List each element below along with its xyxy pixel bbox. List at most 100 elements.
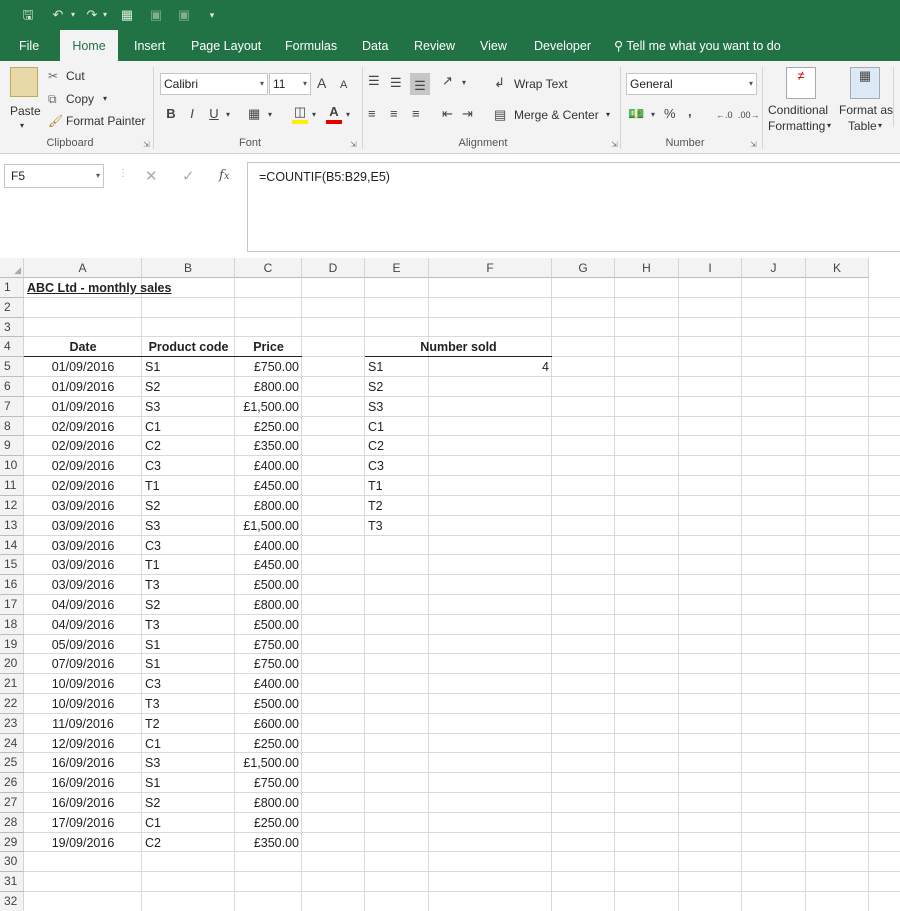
- currency-icon[interactable]: 💵: [628, 106, 644, 122]
- grow-font-button[interactable]: A: [317, 75, 326, 91]
- product-code-cell[interactable]: C3: [145, 456, 232, 476]
- price-cell[interactable]: £400.00: [238, 536, 299, 556]
- product-code-cell[interactable]: T2: [145, 714, 232, 734]
- italic-button[interactable]: I: [185, 106, 199, 122]
- tell-me-box[interactable]: ⚲ Tell me what you want to do: [614, 30, 781, 61]
- paste-dropdown-icon[interactable]: ▾: [20, 118, 24, 134]
- currency-dropdown-icon[interactable]: ▾: [651, 107, 655, 123]
- date-cell[interactable]: 19/09/2016: [27, 833, 139, 853]
- date-cell[interactable]: 04/09/2016: [27, 595, 139, 615]
- tab-view[interactable]: View: [480, 30, 507, 61]
- product-code-cell[interactable]: C1: [145, 813, 232, 833]
- price-cell[interactable]: £1,500.00: [238, 516, 299, 536]
- number-launcher-icon[interactable]: ⇲: [750, 140, 757, 149]
- conditional-formatting-label1[interactable]: Conditional: [768, 102, 828, 118]
- product-list-cell[interactable]: T2: [368, 496, 426, 516]
- redo-dropdown-icon[interactable]: ▾: [100, 6, 110, 24]
- date-cell[interactable]: 16/09/2016: [27, 793, 139, 813]
- date-cell[interactable]: 12/09/2016: [27, 734, 139, 754]
- row-header-9[interactable]: 9: [0, 436, 24, 457]
- shrink-font-button[interactable]: A: [340, 77, 347, 93]
- number-format-select[interactable]: General ▾: [626, 73, 757, 95]
- alignment-launcher-icon[interactable]: ⇲: [611, 140, 618, 149]
- date-cell[interactable]: 03/09/2016: [27, 555, 139, 575]
- price-cell[interactable]: £250.00: [238, 417, 299, 437]
- product-code-cell[interactable]: C1: [145, 417, 232, 437]
- product-code-cell[interactable]: C2: [145, 833, 232, 853]
- bottom-align-icon[interactable]: ☰: [410, 73, 430, 95]
- font-size-select[interactable]: 11 ▾: [269, 73, 311, 95]
- price-cell[interactable]: £1,500.00: [238, 753, 299, 773]
- merge-center-button[interactable]: Merge & Center: [514, 107, 599, 123]
- undo-dropdown-icon[interactable]: ▾: [68, 6, 78, 24]
- sheet-title[interactable]: ABC Ltd - monthly sales: [27, 278, 171, 298]
- row-header-26[interactable]: 26: [0, 773, 24, 794]
- product-code-cell[interactable]: S2: [145, 793, 232, 813]
- tab-developer[interactable]: Developer: [534, 30, 591, 61]
- row-header-7[interactable]: 7: [0, 396, 24, 417]
- date-cell[interactable]: 01/09/2016: [27, 397, 139, 417]
- row-header-25[interactable]: 25: [0, 753, 24, 774]
- decrease-indent-icon[interactable]: ⇤: [442, 106, 453, 122]
- row-header-16[interactable]: 16: [0, 575, 24, 595]
- price-cell[interactable]: £250.00: [238, 813, 299, 833]
- conditional-dropdown-icon[interactable]: ▾: [827, 118, 831, 134]
- date-cell[interactable]: 10/09/2016: [27, 694, 139, 714]
- row-header-24[interactable]: 24: [0, 733, 24, 754]
- merge-dropdown-icon[interactable]: ▾: [606, 107, 610, 123]
- price-cell[interactable]: £500.00: [238, 615, 299, 635]
- cut-button[interactable]: Cut: [66, 68, 85, 84]
- tab-review[interactable]: Review: [414, 30, 455, 61]
- product-code-cell[interactable]: S1: [145, 635, 232, 655]
- price-cell[interactable]: £350.00: [238, 436, 299, 456]
- conditional-formatting-label2[interactable]: Formatting: [768, 118, 825, 134]
- row-header-15[interactable]: 15: [0, 555, 24, 576]
- row-header-5[interactable]: 5: [0, 357, 24, 378]
- select-all-corner[interactable]: ◢: [0, 258, 24, 278]
- middle-align-icon[interactable]: ☰: [390, 75, 402, 91]
- product-code-cell[interactable]: T3: [145, 615, 232, 635]
- row-header-8[interactable]: 8: [0, 416, 24, 437]
- product-code-cell[interactable]: S2: [145, 496, 232, 516]
- column-header-d[interactable]: D: [302, 258, 365, 278]
- header-product-code[interactable]: Product code: [145, 337, 232, 357]
- product-list-cell[interactable]: C2: [368, 436, 426, 456]
- format-table-label2[interactable]: Table: [848, 118, 877, 134]
- product-list-cell[interactable]: S3: [368, 397, 426, 417]
- worksheet-grid[interactable]: ◢ A B C D E F G H I J K 1 2 3 4 5 6 7 8 9 10 11 12 13 14 15 16 17 18 1…: [0, 258, 900, 911]
- product-code-cell[interactable]: S3: [145, 516, 232, 536]
- price-cell[interactable]: £500.00: [238, 575, 299, 595]
- cancel-icon[interactable]: ✕: [145, 167, 158, 185]
- format-painter-icon[interactable]: 🖌: [48, 113, 63, 129]
- date-cell[interactable]: 02/09/2016: [27, 476, 139, 496]
- date-cell[interactable]: 02/09/2016: [27, 456, 139, 476]
- insert-function-icon[interactable]: fx: [219, 168, 229, 183]
- tab-file[interactable]: File: [19, 30, 39, 61]
- date-cell[interactable]: 17/09/2016: [27, 813, 139, 833]
- customize-qat-icon[interactable]: ▾: [202, 6, 222, 24]
- header-number-sold[interactable]: Number sold: [368, 337, 549, 357]
- product-code-cell[interactable]: T1: [145, 555, 232, 575]
- price-cell[interactable]: £450.00: [238, 476, 299, 496]
- product-code-cell[interactable]: S1: [145, 357, 232, 377]
- date-cell[interactable]: 03/09/2016: [27, 496, 139, 516]
- price-cell[interactable]: £800.00: [238, 377, 299, 397]
- product-code-cell[interactable]: C3: [145, 674, 232, 694]
- column-header-g[interactable]: G: [552, 258, 615, 278]
- price-cell[interactable]: £600.00: [238, 714, 299, 734]
- paste-button[interactable]: Paste: [10, 103, 41, 119]
- tab-formulas[interactable]: Formulas: [285, 30, 337, 61]
- column-header-h[interactable]: H: [615, 258, 679, 278]
- font-color-icon[interactable]: A: [326, 104, 342, 124]
- date-cell[interactable]: 05/09/2016: [27, 635, 139, 655]
- date-cell[interactable]: 03/09/2016: [27, 516, 139, 536]
- price-cell[interactable]: £500.00: [238, 694, 299, 714]
- copy-icon[interactable]: ⧉: [48, 91, 57, 107]
- column-header-i[interactable]: I: [679, 258, 742, 278]
- product-code-cell[interactable]: S2: [145, 377, 232, 397]
- column-header-b[interactable]: B: [142, 258, 235, 278]
- bold-button[interactable]: B: [164, 106, 178, 122]
- enter-icon[interactable]: ✓: [182, 167, 195, 185]
- product-code-cell[interactable]: S2: [145, 595, 232, 615]
- date-cell[interactable]: 02/09/2016: [27, 436, 139, 456]
